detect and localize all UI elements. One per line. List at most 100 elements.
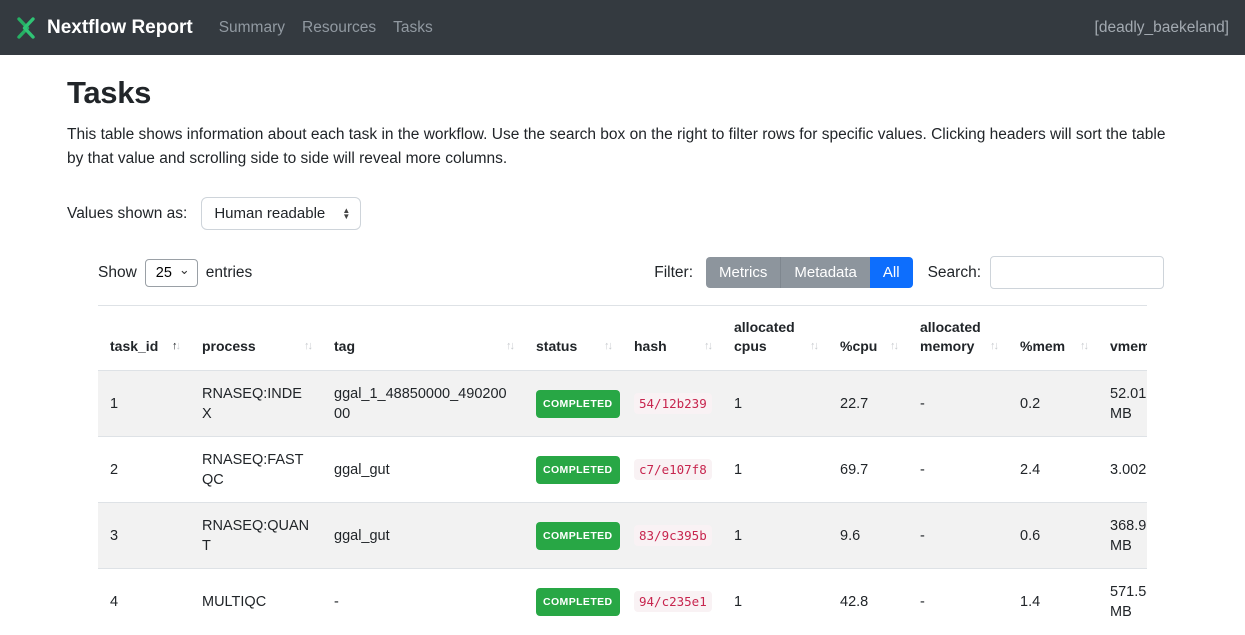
cell-status: COMPLETED	[524, 371, 622, 437]
cell-hash: 83/9c395b	[622, 503, 722, 569]
filter-search-controls: Filter: Metrics Metadata All Search:	[654, 256, 1164, 289]
filter-metrics-button[interactable]: Metrics	[706, 257, 780, 288]
table-controls: Show 25 entries Filter: Metrics Metadata…	[98, 256, 1164, 289]
table-header-row: task_id ↑↓ process ↑↓ tag ↑↓ status	[98, 306, 1147, 371]
search-label: Search:	[928, 264, 981, 282]
cell-process: RNASEQ:QUANT	[190, 503, 322, 569]
cell-vmem: 52.016 MB	[1098, 371, 1147, 437]
hash-code: c7/e107f8	[634, 459, 712, 480]
entries-label: entries	[206, 264, 253, 282]
status-badge: COMPLETED	[536, 588, 620, 616]
datatable-wrapper: Show 25 entries Filter: Metrics Metadata…	[98, 256, 1164, 635]
values-shown-label: Values shown as:	[67, 205, 187, 223]
column-header-pmem[interactable]: %mem ↑↓	[1008, 306, 1098, 371]
cell-status: COMPLETED	[524, 503, 622, 569]
cell-process: RNASEQ:INDEX	[190, 371, 322, 437]
cell-tag: ggal_gut	[322, 503, 524, 569]
cell-vmem: 571.58 MB	[1098, 569, 1147, 635]
table-row: 2 RNASEQ:FASTQC ggal_gut COMPLETED c7/e1…	[98, 437, 1147, 503]
column-header-task-id[interactable]: task_id ↑↓	[98, 306, 190, 371]
cell-allocated-memory: -	[908, 503, 1008, 569]
column-header-pcpu[interactable]: %cpu ↑↓	[828, 306, 908, 371]
sort-icon: ↑↓	[890, 337, 897, 356]
cell-task-id: 3	[98, 503, 190, 569]
cell-hash: c7/e107f8	[622, 437, 722, 503]
filter-all-button[interactable]: All	[870, 257, 913, 288]
page-title: Tasks	[67, 75, 1178, 111]
nav-item-summary[interactable]: Summary	[219, 19, 285, 37]
cell-pmem: 0.6	[1008, 503, 1098, 569]
column-header-process[interactable]: process ↑↓	[190, 306, 322, 371]
page-description: This table shows information about each …	[67, 123, 1178, 171]
nav-item-resources[interactable]: Resources	[302, 19, 376, 37]
cell-pcpu: 9.6	[828, 503, 908, 569]
cell-hash: 94/c235e1	[622, 569, 722, 635]
search-input[interactable]	[990, 256, 1164, 289]
cell-status: COMPLETED	[524, 569, 622, 635]
values-shown-selected: Human readable	[214, 205, 325, 222]
sort-icon: ↑↓	[990, 337, 997, 356]
main-content: Tasks This table shows information about…	[0, 55, 1245, 635]
filter-metadata-button[interactable]: Metadata	[780, 257, 870, 288]
sort-icon: ↑↓	[704, 337, 711, 356]
cell-allocated-memory: -	[908, 569, 1008, 635]
column-header-tag[interactable]: tag ↑↓	[322, 306, 524, 371]
run-name: [deadly_baekeland]	[1095, 19, 1229, 37]
filter-button-group: Metrics Metadata All	[706, 257, 913, 288]
nextflow-logo-icon	[14, 16, 38, 40]
table-row: 4 MULTIQC - COMPLETED 94/c235e1 1 42.8 -…	[98, 569, 1147, 635]
sort-icon: ↑↓	[810, 337, 817, 356]
cell-tag: -	[322, 569, 524, 635]
sort-icon: ↑↓	[1080, 337, 1087, 356]
status-badge: COMPLETED	[536, 456, 620, 484]
show-label: Show	[98, 264, 137, 282]
cell-pcpu: 22.7	[828, 371, 908, 437]
cell-allocated-cpus: 1	[722, 437, 828, 503]
filter-label: Filter:	[654, 264, 693, 282]
cell-task-id: 4	[98, 569, 190, 635]
brand-link[interactable]: Nextflow Report	[14, 16, 193, 40]
values-shown-select[interactable]: Human readable ▲▼	[201, 197, 361, 230]
table-row: 1 RNASEQ:INDEX ggal_1_48850000_49020000 …	[98, 371, 1147, 437]
sort-icon: ↑↓	[304, 337, 311, 356]
sort-icon: ↑↓	[506, 337, 513, 356]
cell-allocated-cpus: 1	[722, 371, 828, 437]
hash-code: 94/c235e1	[634, 591, 712, 612]
cell-vmem: 3.002	[1098, 437, 1147, 503]
cell-allocated-cpus: 1	[722, 503, 828, 569]
table-scroll-area[interactable]: task_id ↑↓ process ↑↓ tag ↑↓ status	[98, 305, 1147, 635]
column-header-vmem[interactable]: vmem ↑↓	[1098, 306, 1147, 371]
cell-process: RNASEQ:FASTQC	[190, 437, 322, 503]
cell-pmem: 1.4	[1008, 569, 1098, 635]
sort-icon: ↑↓	[604, 337, 611, 356]
nav-item-tasks[interactable]: Tasks	[393, 19, 433, 37]
entries-select[interactable]: 25	[145, 259, 198, 287]
cell-tag: ggal_1_48850000_49020000	[322, 371, 524, 437]
navbar: Nextflow Report Summary Resources Tasks …	[0, 0, 1245, 55]
sort-icon: ↑↓	[172, 337, 179, 356]
cell-pcpu: 69.7	[828, 437, 908, 503]
column-header-status[interactable]: status ↑↓	[524, 306, 622, 371]
cell-tag: ggal_gut	[322, 437, 524, 503]
cell-pmem: 2.4	[1008, 437, 1098, 503]
navbar-left: Nextflow Report Summary Resources Tasks	[14, 16, 450, 40]
values-shown-row: Values shown as: Human readable ▲▼	[67, 197, 1178, 230]
cell-task-id: 2	[98, 437, 190, 503]
entries-select-wrap: 25	[145, 259, 198, 287]
status-badge: COMPLETED	[536, 390, 620, 418]
select-updown-icon: ▲▼	[328, 208, 350, 220]
column-header-allocated-memory[interactable]: allocated memory ↑↓	[908, 306, 1008, 371]
cell-status: COMPLETED	[524, 437, 622, 503]
cell-vmem: 368.9 MB	[1098, 503, 1147, 569]
tasks-table: task_id ↑↓ process ↑↓ tag ↑↓ status	[98, 305, 1147, 635]
cell-process: MULTIQC	[190, 569, 322, 635]
table-row: 3 RNASEQ:QUANT ggal_gut COMPLETED 83/9c3…	[98, 503, 1147, 569]
entries-length-control: Show 25 entries	[98, 259, 252, 287]
status-badge: COMPLETED	[536, 522, 620, 550]
cell-pmem: 0.2	[1008, 371, 1098, 437]
cell-allocated-cpus: 1	[722, 569, 828, 635]
column-header-allocated-cpus[interactable]: allocated cpus ↑↓	[722, 306, 828, 371]
column-header-hash[interactable]: hash ↑↓	[622, 306, 722, 371]
cell-allocated-memory: -	[908, 437, 1008, 503]
hash-code: 54/12b239	[634, 393, 712, 414]
